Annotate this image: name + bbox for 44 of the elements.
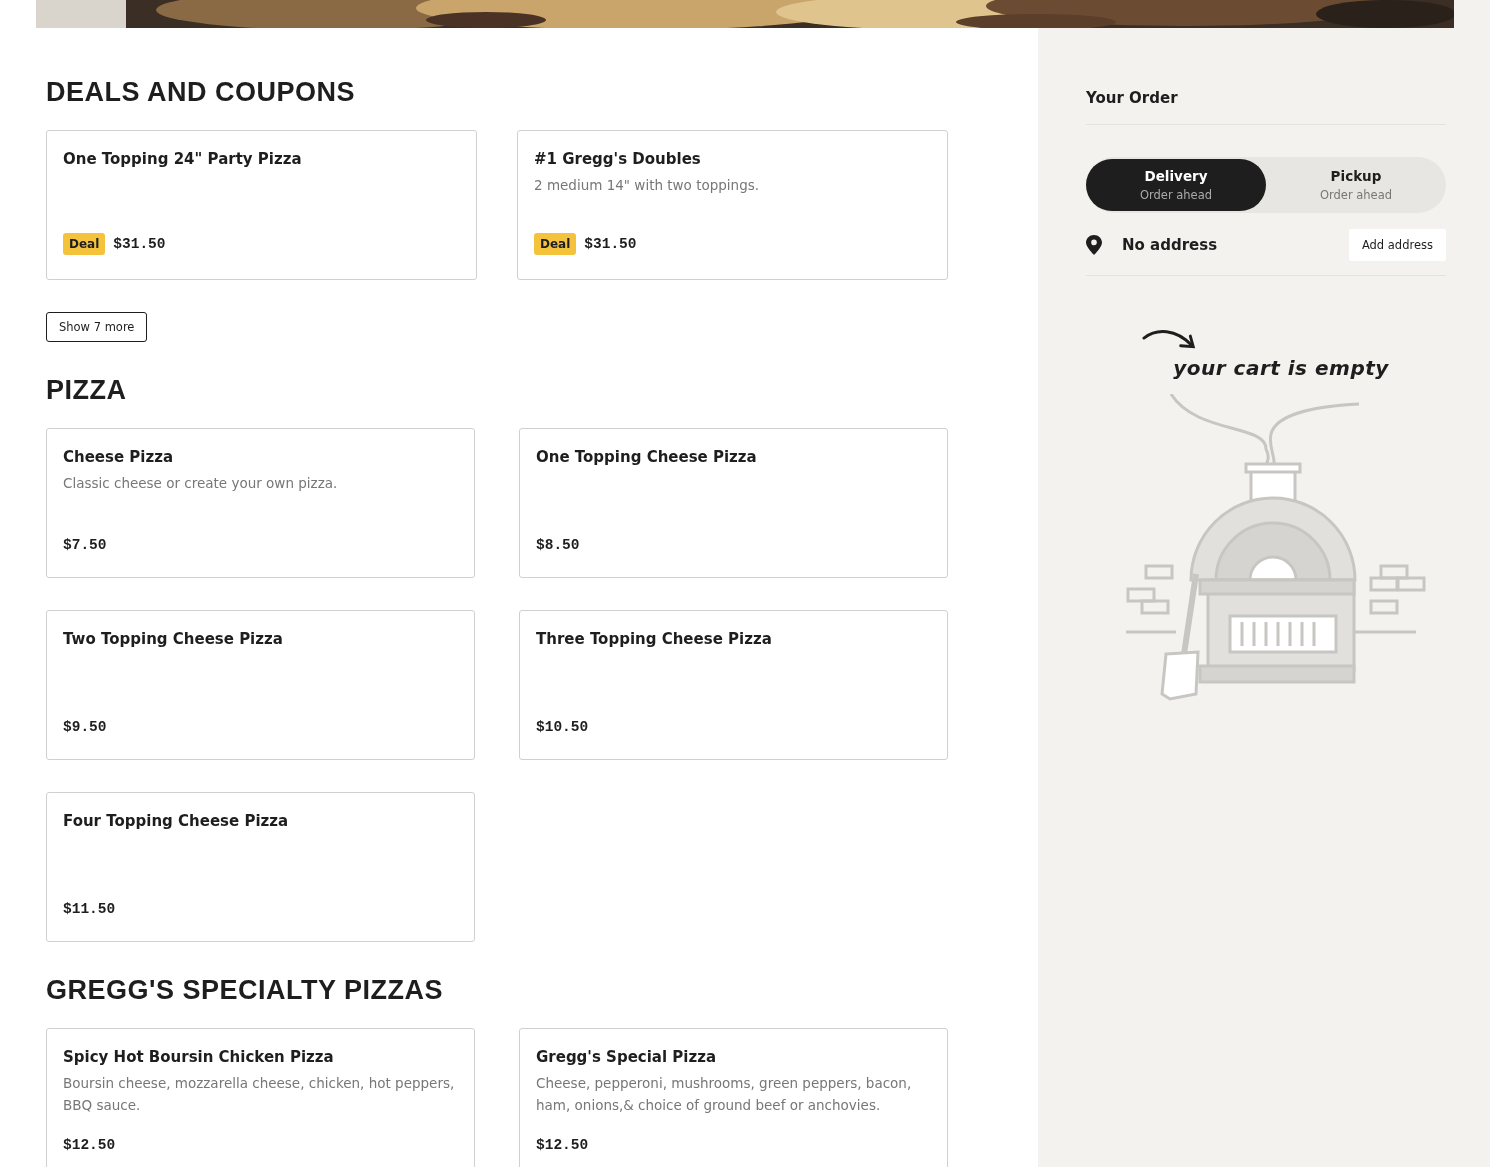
item-name: Cheese Pizza — [63, 447, 174, 468]
menu-item-card[interactable]: #1 Gregg's Doubles 2 medium 14" with two toppings. Deal $31.50 — [517, 130, 948, 280]
menu-item-card[interactable]: Four Topping Cheese Pizza $11.50 — [46, 792, 475, 942]
item-price: $12.50 — [63, 1137, 116, 1153]
item-name: One Topping 24" Party Pizza — [63, 149, 302, 170]
item-price: $31.50 — [113, 236, 166, 252]
item-price: $10.50 — [536, 719, 589, 735]
show-more-button[interactable]: Show 7 more — [46, 312, 148, 342]
menu-item-card[interactable]: Cheese Pizza Classic cheese or create your own pizza. $7.50 — [46, 428, 475, 578]
item-name: Three Topping Cheese Pizza — [536, 629, 772, 650]
order-title: Your Order — [1086, 88, 1179, 109]
item-description: Classic cheese or create your own pizza. — [63, 474, 338, 493]
item-price: $11.50 — [63, 901, 116, 917]
item-name: Spicy Hot Boursin Chicken Pizza — [63, 1047, 334, 1068]
item-price: $31.50 — [584, 236, 637, 252]
deal-badge: Deal — [534, 233, 577, 255]
section-heading: PIZZA — [46, 374, 127, 406]
section-heading: DEALS AND COUPONS — [46, 76, 356, 108]
item-price: $8.50 — [536, 537, 580, 553]
item-name: #1 Gregg's Doubles — [534, 149, 701, 170]
menu-item-card[interactable]: Spicy Hot Boursin Chicken Pizza Boursin cheese, mozzarella cheese, chicken, hot peppers, BBQ sauce. $12.50 — [46, 1028, 475, 1167]
item-description: Cheese, pepperoni, mushrooms, green peppers, bacon, ham, onions,& choice of ground beef or anchovies. — [536, 1074, 913, 1115]
menu-item-card[interactable]: Two Topping Cheese Pizza $9.50 — [46, 610, 475, 760]
location-pin-icon — [1086, 235, 1102, 255]
item-price: $9.50 — [63, 719, 107, 735]
item-name: Gregg's Special Pizza — [536, 1047, 717, 1068]
item-name: Four Topping Cheese Pizza — [63, 811, 289, 832]
item-price: $7.50 — [63, 537, 107, 553]
deal-badge: Deal — [63, 233, 106, 255]
menu-item-card[interactable]: One Topping 24" Party Pizza Deal $31.50 — [46, 130, 477, 280]
item-description: Boursin cheese, mozzarella cheese, chicken, hot peppers, BBQ sauce. — [63, 1074, 456, 1115]
item-name: Two Topping Cheese Pizza — [63, 629, 283, 650]
add-address-button[interactable]: Add address — [1348, 229, 1446, 261]
section-heading: GREGG'S SPECIALTY PIZZAS — [46, 974, 443, 1006]
order-mode-tab[interactable]: Pickup Order ahead — [1266, 159, 1446, 211]
item-description: 2 medium 14" with two toppings. — [534, 176, 760, 195]
item-price: $12.50 — [536, 1137, 589, 1153]
order-mode-tab[interactable]: Delivery Order ahead — [1086, 159, 1266, 211]
menu-item-card[interactable]: Three Topping Cheese Pizza $10.50 — [519, 610, 948, 760]
menu-item-card[interactable]: Gregg's Special Pizza Cheese, pepperoni, mushrooms, green peppers, bacon, ham, onions,& choice of ground beef or anchovies. $12.50 — [519, 1028, 948, 1167]
address-text: No address — [1122, 236, 1219, 254]
menu-item-card[interactable]: One Topping Cheese Pizza $8.50 — [519, 428, 948, 578]
empty-cart-message: your cart is empty — [1173, 356, 1389, 380]
item-name: One Topping Cheese Pizza — [536, 447, 757, 468]
